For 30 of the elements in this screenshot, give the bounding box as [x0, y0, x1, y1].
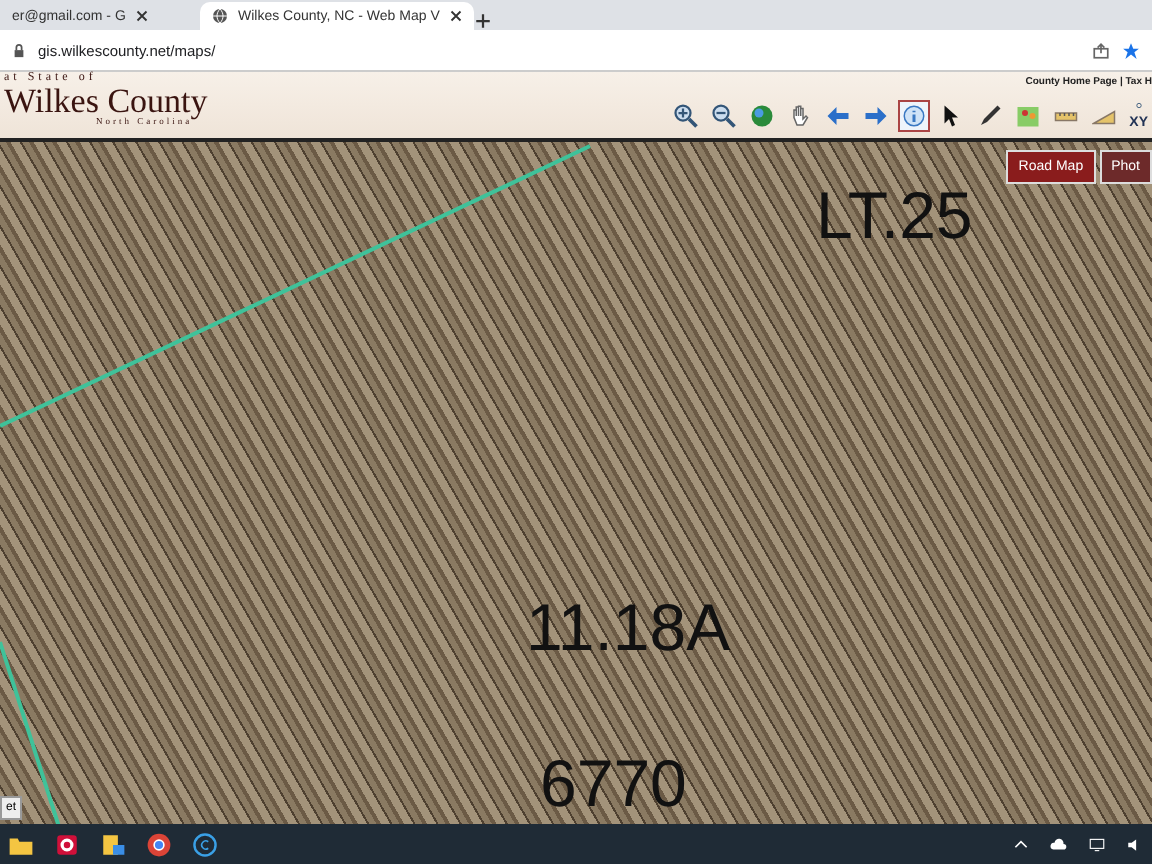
back-icon [825, 104, 850, 128]
zoom-out-icon [711, 104, 736, 128]
people-icon [1015, 104, 1040, 128]
pointer-icon [939, 104, 964, 128]
zoom-out-tool[interactable] [707, 100, 740, 132]
zoom-in-icon [673, 104, 698, 128]
plus-icon[interactable] [473, 12, 492, 30]
parcel-label: 6770 [540, 750, 687, 816]
chevron-icon[interactable] [1012, 835, 1030, 853]
info-icon [901, 104, 926, 128]
logo-title: Wilkes County [4, 84, 208, 118]
globe-icon [212, 8, 228, 24]
circle-c-icon[interactable] [192, 831, 218, 857]
globe-icon [749, 104, 774, 128]
hand-icon [787, 104, 812, 128]
app-icon[interactable] [54, 831, 80, 857]
browser-icon[interactable] [146, 831, 172, 857]
pencil-icon [977, 104, 1002, 128]
close-icon[interactable] [135, 10, 148, 22]
close-icon[interactable] [449, 10, 462, 22]
share-icon[interactable] [1092, 41, 1110, 59]
parcel-label: 11.18A [526, 594, 731, 660]
cloud-icon[interactable] [1050, 835, 1068, 853]
forward-icon [863, 104, 888, 128]
file-explorer-icon[interactable] [100, 831, 126, 857]
zoom-in-tool[interactable] [669, 100, 702, 132]
info-tool[interactable] [897, 100, 930, 132]
parcel-label: LT.25 [816, 182, 973, 248]
star-icon[interactable] [1122, 41, 1140, 59]
lock-icon [12, 43, 26, 57]
